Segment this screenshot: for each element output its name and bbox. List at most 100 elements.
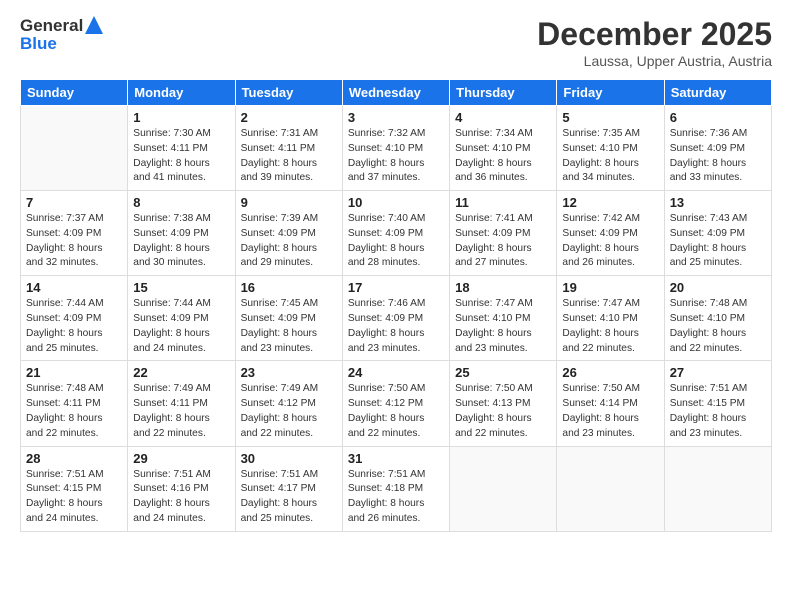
day-number: 20 <box>670 280 766 295</box>
calendar-day-cell: 31 Sunrise: 7:51 AM Sunset: 4:18 PM Dayli… <box>342 446 449 531</box>
weekday-header: Thursday <box>450 80 557 106</box>
calendar-day-cell: 4 Sunrise: 7:34 AM Sunset: 4:10 PM Daylig… <box>450 106 557 191</box>
day-number: 5 <box>562 110 658 125</box>
calendar-day-cell: 12Sunrise: 7:42 AM Sunset: 4:09 PM Dayli… <box>557 191 664 276</box>
calendar-day-cell <box>21 106 128 191</box>
day-number: 29 <box>133 451 229 466</box>
month-title: December 2025 <box>537 16 772 53</box>
day-info: Sunrise: 7:35 AM Sunset: 4:10 PM Dayligh… <box>562 127 658 186</box>
calendar-day-cell: 8Sunrise: 7:38 AM Sunset: 4:09 PM Daylig… <box>128 191 235 276</box>
day-number: 23 <box>241 365 337 380</box>
day-info: Sunrise: 7:51 AM Sunset: 4:16 PM Dayligh… <box>133 468 229 527</box>
calendar-day-cell: 18 Sunrise: 7:47 AM Sunset: 4:10 PM Dayli… <box>450 276 557 361</box>
calendar-week-row: 7 Sunrise: 7:37 AM Sunset: 4:09 PM Daylig… <box>21 191 772 276</box>
weekday-header: Sunday <box>21 80 128 106</box>
calendar-week-row: 21Sunrise: 7:48 AM Sunset: 4:11 PM Dayli… <box>21 361 772 446</box>
calendar-week-row: 14 Sunrise: 7:44 AM Sunset: 4:09 PM Dayli… <box>21 276 772 361</box>
calendar-day-cell: 11 Sunrise: 7:41 AM Sunset: 4:09 PM Dayli… <box>450 191 557 276</box>
location-subtitle: Laussa, Upper Austria, Austria <box>537 53 772 69</box>
day-info: Sunrise: 7:49 AM Sunset: 4:11 PM Dayligh… <box>133 382 229 441</box>
day-number: 25 <box>455 365 551 380</box>
day-info: Sunrise: 7:45 AM Sunset: 4:09 PM Dayligh… <box>241 297 337 356</box>
calendar-day-cell <box>557 446 664 531</box>
day-number: 1 <box>133 110 229 125</box>
weekday-header: Tuesday <box>235 80 342 106</box>
logo-blue: Blue <box>20 34 103 54</box>
title-area: December 2025 Laussa, Upper Austria, Aus… <box>537 16 772 69</box>
calendar-table: SundayMondayTuesdayWednesdayThursdayFrid… <box>20 79 772 532</box>
day-number: 22 <box>133 365 229 380</box>
day-number: 3 <box>348 110 444 125</box>
day-number: 4 <box>455 110 551 125</box>
calendar-day-cell <box>664 446 771 531</box>
day-info: Sunrise: 7:50 AM Sunset: 4:14 PM Dayligh… <box>562 382 658 441</box>
calendar-day-cell <box>450 446 557 531</box>
day-number: 30 <box>241 451 337 466</box>
calendar-day-cell: 24Sunrise: 7:50 AM Sunset: 4:12 PM Dayli… <box>342 361 449 446</box>
day-info: Sunrise: 7:47 AM Sunset: 4:10 PM Dayligh… <box>455 297 551 356</box>
day-number: 18 <box>455 280 551 295</box>
day-info: Sunrise: 7:47 AM Sunset: 4:10 PM Dayligh… <box>562 297 658 356</box>
calendar-day-cell: 15Sunrise: 7:44 AM Sunset: 4:09 PM Dayli… <box>128 276 235 361</box>
day-info: Sunrise: 7:34 AM Sunset: 4:10 PM Dayligh… <box>455 127 551 186</box>
header: General Blue December 2025 Laussa, Upper… <box>20 16 772 69</box>
calendar-day-cell: 13 Sunrise: 7:43 AM Sunset: 4:09 PM Dayli… <box>664 191 771 276</box>
calendar-day-cell: 29 Sunrise: 7:51 AM Sunset: 4:16 PM Dayli… <box>128 446 235 531</box>
calendar-day-cell: 17Sunrise: 7:46 AM Sunset: 4:09 PM Dayli… <box>342 276 449 361</box>
day-info: Sunrise: 7:51 AM Sunset: 4:17 PM Dayligh… <box>241 468 337 527</box>
day-number: 13 <box>670 195 766 210</box>
day-info: Sunrise: 7:46 AM Sunset: 4:09 PM Dayligh… <box>348 297 444 356</box>
day-info: Sunrise: 7:41 AM Sunset: 4:09 PM Dayligh… <box>455 212 551 271</box>
day-info: Sunrise: 7:31 AM Sunset: 4:11 PM Dayligh… <box>241 127 337 186</box>
calendar-day-cell: 3 Sunrise: 7:32 AM Sunset: 4:10 PM Daylig… <box>342 106 449 191</box>
day-number: 28 <box>26 451 122 466</box>
weekday-header: Saturday <box>664 80 771 106</box>
day-info: Sunrise: 7:44 AM Sunset: 4:09 PM Dayligh… <box>26 297 122 356</box>
calendar-day-cell: 6 Sunrise: 7:36 AM Sunset: 4:09 PM Daylig… <box>664 106 771 191</box>
day-number: 16 <box>241 280 337 295</box>
calendar-day-cell: 10Sunrise: 7:40 AM Sunset: 4:09 PM Dayli… <box>342 191 449 276</box>
calendar-week-row: 28Sunrise: 7:51 AM Sunset: 4:15 PM Dayli… <box>21 446 772 531</box>
calendar-day-cell: 5 Sunrise: 7:35 AM Sunset: 4:10 PM Daylig… <box>557 106 664 191</box>
day-info: Sunrise: 7:43 AM Sunset: 4:09 PM Dayligh… <box>670 212 766 271</box>
logo: General Blue <box>20 16 103 54</box>
calendar-week-row: 1 Sunrise: 7:30 AM Sunset: 4:11 PM Daylig… <box>21 106 772 191</box>
day-info: Sunrise: 7:44 AM Sunset: 4:09 PM Dayligh… <box>133 297 229 356</box>
day-number: 11 <box>455 195 551 210</box>
day-info: Sunrise: 7:36 AM Sunset: 4:09 PM Dayligh… <box>670 127 766 186</box>
day-info: Sunrise: 7:51 AM Sunset: 4:15 PM Dayligh… <box>670 382 766 441</box>
calendar-day-cell: 14 Sunrise: 7:44 AM Sunset: 4:09 PM Dayli… <box>21 276 128 361</box>
day-info: Sunrise: 7:51 AM Sunset: 4:18 PM Dayligh… <box>348 468 444 527</box>
calendar-day-cell: 1 Sunrise: 7:30 AM Sunset: 4:11 PM Daylig… <box>128 106 235 191</box>
day-number: 14 <box>26 280 122 295</box>
day-info: Sunrise: 7:42 AM Sunset: 4:09 PM Dayligh… <box>562 212 658 271</box>
calendar-day-cell: 26Sunrise: 7:50 AM Sunset: 4:14 PM Dayli… <box>557 361 664 446</box>
calendar-day-cell: 7 Sunrise: 7:37 AM Sunset: 4:09 PM Daylig… <box>21 191 128 276</box>
day-number: 27 <box>670 365 766 380</box>
calendar-day-cell: 9 Sunrise: 7:39 AM Sunset: 4:09 PM Daylig… <box>235 191 342 276</box>
day-info: Sunrise: 7:32 AM Sunset: 4:10 PM Dayligh… <box>348 127 444 186</box>
calendar-day-cell: 28Sunrise: 7:51 AM Sunset: 4:15 PM Dayli… <box>21 446 128 531</box>
day-info: Sunrise: 7:40 AM Sunset: 4:09 PM Dayligh… <box>348 212 444 271</box>
day-info: Sunrise: 7:30 AM Sunset: 4:11 PM Dayligh… <box>133 127 229 186</box>
weekday-header: Friday <box>557 80 664 106</box>
day-info: Sunrise: 7:48 AM Sunset: 4:10 PM Dayligh… <box>670 297 766 356</box>
logo-arrow-icon <box>85 16 103 34</box>
calendar-day-cell: 22 Sunrise: 7:49 AM Sunset: 4:11 PM Dayli… <box>128 361 235 446</box>
day-info: Sunrise: 7:49 AM Sunset: 4:12 PM Dayligh… <box>241 382 337 441</box>
day-info: Sunrise: 7:39 AM Sunset: 4:09 PM Dayligh… <box>241 212 337 271</box>
day-number: 21 <box>26 365 122 380</box>
day-number: 31 <box>348 451 444 466</box>
calendar-day-cell: 30 Sunrise: 7:51 AM Sunset: 4:17 PM Dayli… <box>235 446 342 531</box>
day-number: 6 <box>670 110 766 125</box>
calendar-header-row: SundayMondayTuesdayWednesdayThursdayFrid… <box>21 80 772 106</box>
day-number: 7 <box>26 195 122 210</box>
calendar-day-cell: 25Sunrise: 7:50 AM Sunset: 4:13 PM Dayli… <box>450 361 557 446</box>
day-info: Sunrise: 7:37 AM Sunset: 4:09 PM Dayligh… <box>26 212 122 271</box>
calendar-day-cell: 16 Sunrise: 7:45 AM Sunset: 4:09 PM Dayli… <box>235 276 342 361</box>
calendar-day-cell: 23 Sunrise: 7:49 AM Sunset: 4:12 PM Dayli… <box>235 361 342 446</box>
day-number: 8 <box>133 195 229 210</box>
day-number: 9 <box>241 195 337 210</box>
calendar-day-cell: 2Sunrise: 7:31 AM Sunset: 4:11 PM Daylig… <box>235 106 342 191</box>
calendar-day-cell: 19Sunrise: 7:47 AM Sunset: 4:10 PM Dayli… <box>557 276 664 361</box>
